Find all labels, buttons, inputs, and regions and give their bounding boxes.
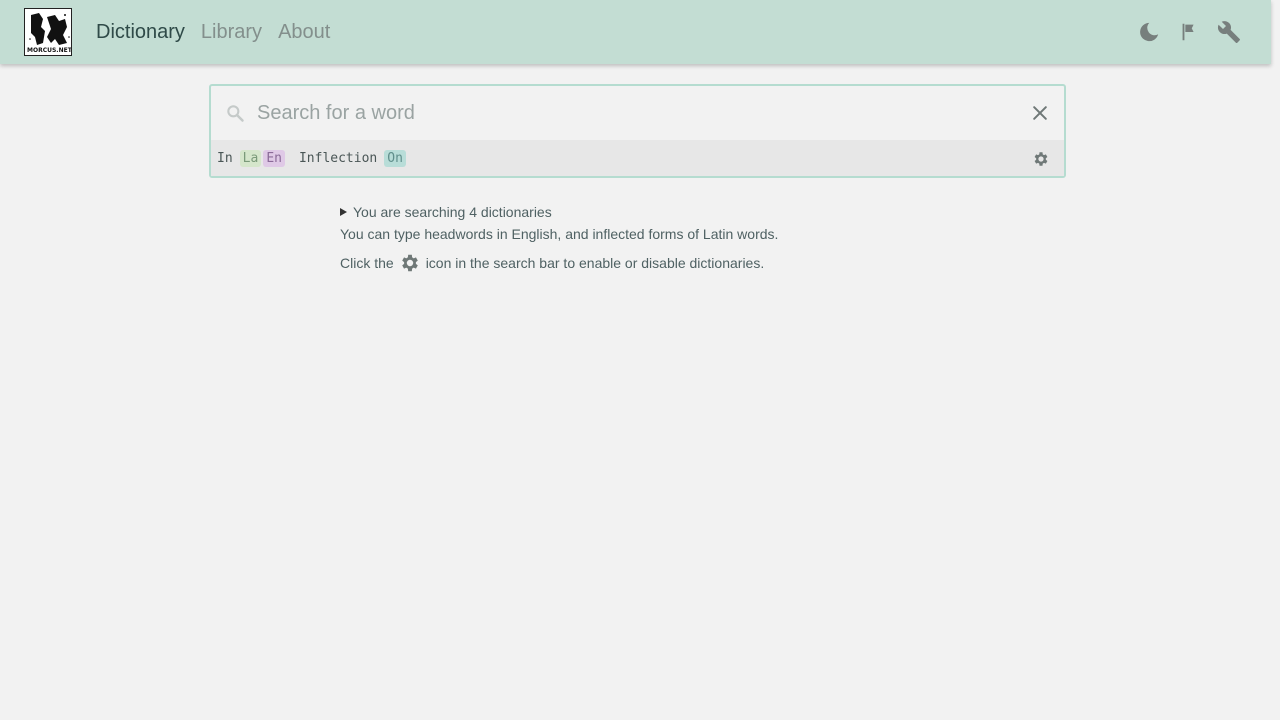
- moon-icon[interactable]: [1137, 20, 1161, 44]
- help-text-post: icon in the search bar to enable or disa…: [425, 255, 765, 271]
- dictionaries-summary[interactable]: You are searching 4 dictionaries: [340, 203, 778, 221]
- dictionaries-summary-text: You are searching 4 dictionaries: [353, 204, 552, 220]
- inflection-label: Inflection: [298, 150, 378, 166]
- help-text-settings: Click the icon in the search bar to enab…: [340, 251, 778, 275]
- logo-text: MORCUS.NET: [27, 47, 72, 54]
- search-info: You are searching 4 dictionaries You can…: [340, 203, 778, 275]
- help-text-headwords: You can type headwords in English, and i…: [340, 226, 779, 242]
- site-logo[interactable]: MORCUS.NET: [24, 8, 72, 56]
- close-icon[interactable]: [1030, 103, 1050, 123]
- search-box: In La En Inflection On: [209, 84, 1066, 178]
- help-text-pre: Click the: [340, 255, 394, 271]
- inflection-status-chip: On: [384, 149, 406, 167]
- wrench-icon[interactable]: [1217, 20, 1241, 44]
- search-icon: [225, 103, 245, 123]
- toolbar-actions: [1137, 0, 1241, 64]
- main-nav: Dictionary Library About: [96, 0, 330, 64]
- gear-icon: [399, 252, 421, 274]
- nav-about[interactable]: About: [278, 21, 330, 44]
- language-label: In: [217, 150, 233, 166]
- disclosure-triangle-icon: [340, 208, 347, 216]
- nav-dictionary[interactable]: Dictionary: [96, 21, 185, 44]
- language-chip-english: En: [263, 149, 285, 167]
- search-row: [211, 86, 1064, 140]
- language-chip-latin: La: [239, 149, 262, 167]
- search-input[interactable]: [257, 94, 1017, 132]
- nav-library[interactable]: Library: [201, 21, 262, 44]
- top-app-bar: MORCUS.NET Dictionary Library About: [0, 0, 1271, 64]
- search-settings-bar[interactable]: In La En Inflection On: [211, 140, 1064, 176]
- flag-icon[interactable]: [1177, 20, 1201, 44]
- gear-icon[interactable]: [1032, 150, 1050, 168]
